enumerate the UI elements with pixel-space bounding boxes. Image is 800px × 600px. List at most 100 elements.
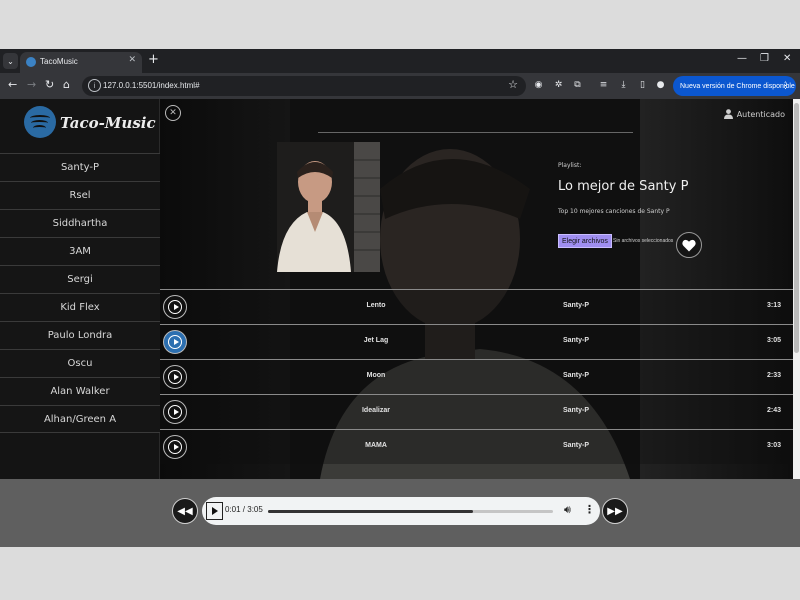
divider (318, 132, 633, 133)
scrollbar-thumb[interactable] (794, 103, 799, 353)
browser-toolbar: ← → ↻ ⌂ i 127.0.0.1:5501/index.html# ☆ ◉… (0, 73, 800, 99)
home-icon[interactable]: ⌂ (63, 78, 70, 91)
profile-avatar-icon[interactable]: ● (655, 79, 666, 90)
main-panel: ✕ Autenticado Playlist: Lo mejor de Sant… (160, 99, 793, 479)
playlist-cover-image (277, 142, 380, 272)
artist-item[interactable]: Santy-P (0, 153, 160, 181)
browser-tab[interactable]: TacoMusic ✕ (20, 52, 142, 73)
track-row[interactable]: MAMA Santy-P 3:03 (160, 429, 793, 464)
tab-favicon-icon (26, 57, 36, 67)
track-duration: 3:13 (766, 302, 781, 309)
more-menu-icon[interactable]: ⋮ (781, 80, 790, 91)
volume-icon[interactable]: 🔊︎ (564, 503, 571, 517)
track-artist: Santy-P (562, 372, 590, 379)
choose-files-button[interactable]: Elegir archivos (558, 234, 612, 248)
track-artist: Santy-P (562, 407, 590, 414)
play-circle-icon (168, 440, 182, 454)
close-icon[interactable]: ✕ (165, 105, 181, 121)
track-title: Moon (366, 372, 386, 379)
extension-icon[interactable]: ◉ (533, 79, 544, 90)
restore-icon[interactable]: ❐ (760, 53, 769, 64)
auth-status[interactable]: Autenticado (723, 109, 785, 119)
track-play-button[interactable] (163, 365, 187, 389)
track-row[interactable]: Lento Santy-P 3:13 (160, 289, 793, 324)
browser-window: ⌄ TacoMusic ✕ + — ❐ ✕ ← → ↻ ⌂ i 127.0.0.… (0, 49, 800, 547)
bookmark-star-icon[interactable]: ☆ (508, 78, 518, 91)
rewind-icon: ◀◀ (177, 505, 193, 517)
track-play-button[interactable] (163, 400, 187, 424)
previous-track-button[interactable]: ◀◀ (172, 498, 198, 524)
spotify-logo-icon (24, 106, 56, 138)
playlist-title: Lo mejor de Santy P (558, 179, 689, 194)
artist-item[interactable]: 3AM (0, 237, 160, 265)
reload-icon[interactable]: ↻ (45, 78, 54, 91)
page-viewport: Taco-Music Santy-P Rsel Siddhartha 3AM Sergi… (0, 99, 800, 547)
artist-item[interactable]: Paulo Londra (0, 321, 160, 349)
track-title: MAMA (365, 442, 387, 449)
track-row[interactable]: Jet Lag Santy-P 3:05 (160, 324, 793, 359)
heart-icon (682, 239, 696, 251)
play-circle-icon (168, 335, 182, 349)
sidebar: Taco-Music Santy-P Rsel Siddhartha 3AM Sergi… (0, 99, 160, 479)
track-duration: 3:03 (766, 442, 781, 449)
playlist-label: Playlist: (558, 162, 582, 169)
minimize-icon[interactable]: — (737, 53, 747, 64)
audio-progress-fill (268, 510, 474, 513)
track-title: Lento (366, 302, 386, 309)
artist-item[interactable]: Siddhartha (0, 209, 160, 237)
auth-label: Autenticado (736, 109, 785, 119)
chrome-update-button[interactable]: Nueva versión de Chrome disponible ⋮ (673, 76, 796, 96)
artist-item[interactable]: Oscu (0, 349, 160, 377)
track-row[interactable]: Idealizar Santy-P 2:43 (160, 394, 793, 429)
extension-puzzle-2-icon[interactable]: ✲ (553, 79, 564, 90)
player-bar: ◀◀ 0:01 / 3:05 🔊︎ ⋮ ▶▶ (0, 479, 800, 547)
artist-item[interactable]: Sergi (0, 265, 160, 293)
artist-list: Santy-P Rsel Siddhartha 3AM Sergi Kid Flex Pau… (0, 153, 160, 433)
page-scrollbar[interactable] (793, 99, 800, 479)
track-artist: Santy-P (562, 302, 590, 309)
next-track-button[interactable]: ▶▶ (602, 498, 628, 524)
tab-search-icon[interactable]: ⌄ (3, 53, 18, 69)
address-bar[interactable]: i 127.0.0.1:5501/index.html# ☆ (82, 76, 526, 96)
audio-play-button[interactable] (206, 502, 223, 520)
play-circle-icon (168, 405, 182, 419)
artist-item[interactable]: Rsel (0, 181, 160, 209)
playlist-description: Top 10 mejores canciones de Santy P (558, 208, 670, 215)
track-title: Idealizar (361, 407, 390, 414)
extensions-icon[interactable]: ⧉ (572, 79, 583, 90)
brand-name: Taco-Music (60, 114, 156, 132)
reading-list-icon[interactable]: ≡ (598, 79, 609, 90)
tab-strip: ⌄ TacoMusic ✕ + — ❐ ✕ (0, 49, 800, 73)
forward-icon[interactable]: → (27, 78, 36, 91)
track-play-button[interactable] (163, 295, 187, 319)
track-artist: Santy-P (562, 442, 590, 449)
artist-item[interactable]: Alhan/Green A (0, 405, 160, 433)
track-title: Jet Lag (363, 337, 389, 344)
back-icon[interactable]: ← (8, 78, 17, 91)
track-row[interactable]: Moon Santy-P 2:33 (160, 359, 793, 394)
play-icon (212, 507, 218, 515)
new-tab-icon[interactable]: + (148, 52, 159, 67)
window-close-icon[interactable]: ✕ (783, 53, 791, 64)
audio-more-icon[interactable]: ⋮ (584, 503, 595, 516)
audio-player: 0:01 / 3:05 🔊︎ ⋮ (202, 497, 600, 525)
track-duration: 3:05 (766, 337, 781, 344)
favorite-button[interactable] (676, 232, 702, 258)
site-info-icon[interactable]: i (88, 79, 101, 92)
chrome-update-label: Nueva versión de Chrome disponible (680, 82, 795, 90)
user-icon (723, 109, 733, 119)
tab-close-icon[interactable]: ✕ (128, 55, 136, 65)
track-list: Lento Santy-P 3:13 Jet Lag Santy-P 3:05 Moon Sa… (160, 289, 793, 464)
play-circle-icon (168, 370, 182, 384)
audio-progress-bar[interactable] (268, 510, 553, 513)
track-play-button[interactable] (163, 435, 187, 459)
side-panel-icon[interactable]: ▯ (637, 79, 648, 90)
address-url: 127.0.0.1:5501/index.html# (103, 81, 200, 90)
play-circle-icon (168, 300, 182, 314)
track-play-button[interactable] (163, 330, 187, 354)
artist-item[interactable]: Kid Flex (0, 293, 160, 321)
download-icon[interactable]: ⤓ (618, 79, 629, 90)
track-duration: 2:33 (766, 372, 781, 379)
artist-item[interactable]: Alan Walker (0, 377, 160, 405)
file-status: Sin archivos seleccionados (613, 238, 674, 244)
